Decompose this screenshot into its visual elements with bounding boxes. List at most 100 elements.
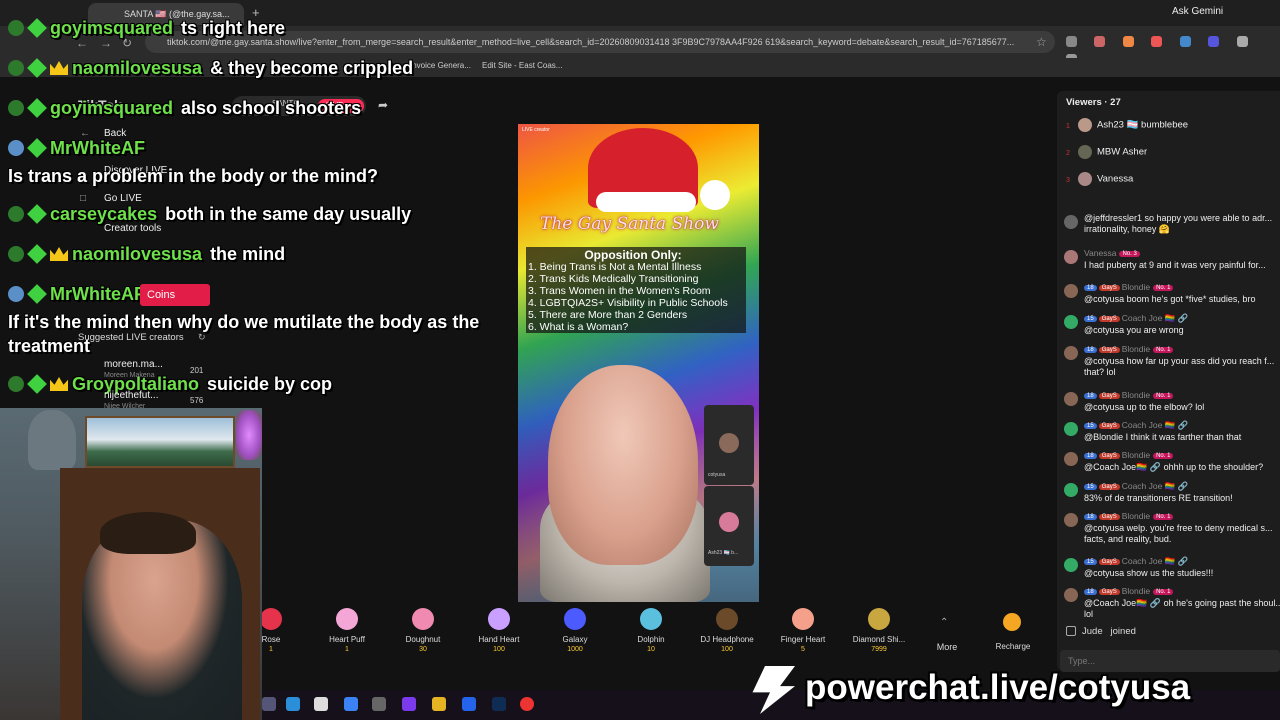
comment-user[interactable]: Blondie (1122, 344, 1150, 354)
extension-icon[interactable] (1094, 36, 1106, 47)
platform-icon (8, 246, 24, 262)
avatar[interactable] (1064, 346, 1078, 360)
gift-name: Hand Heart (478, 635, 520, 644)
comment-user[interactable]: Vanessa (1084, 248, 1116, 258)
platform-icon (8, 286, 24, 302)
comment-user[interactable]: Blondie (1122, 511, 1150, 521)
viewer-item[interactable]: 3 Vanessa (1066, 172, 1133, 186)
taskbar-app-icon[interactable] (402, 697, 416, 711)
avatar[interactable] (1064, 315, 1078, 329)
avatar[interactable] (1064, 392, 1078, 406)
taskbar-app-icon[interactable] (262, 697, 276, 711)
suggested-creator-count: 201 (190, 366, 204, 375)
overlay-chat-message: also school shooters (181, 98, 362, 118)
team-badge: GayS (1098, 453, 1120, 459)
gift-dj-headphone[interactable]: DJ Headphone 100 (692, 604, 762, 653)
extension-icons (1066, 34, 1276, 65)
chevron-up-icon[interactable]: ⌃ (940, 617, 948, 628)
viewer-rank: 1 (1066, 122, 1070, 130)
gift-doughnut[interactable]: Doughnut 30 (388, 604, 458, 653)
avatar[interactable] (1064, 250, 1078, 264)
viewer-item[interactable]: 1 Ash23 🏳️‍⚧️ bumblebee (1066, 118, 1188, 132)
gift-diamond[interactable]: Diamond Shi... 7999 (844, 604, 914, 653)
mail-icon[interactable] (344, 697, 358, 711)
overlay-chat-message: If it's the mind then why do we mutilate… (8, 312, 480, 332)
avatar[interactable] (1064, 513, 1078, 527)
gift-heart-puff[interactable]: Heart Puff 1 (312, 604, 382, 653)
overlay-chat-line: naomilovesusa & they become crippled (8, 58, 413, 79)
team-badge: GayS (1098, 514, 1120, 520)
comment-user[interactable]: Coach Joe 🏳️‍🌈 🔗 (1122, 481, 1189, 491)
comment-user[interactable]: Coach Joe 🏳️‍🌈 🔗 (1122, 313, 1189, 323)
comment-user[interactable]: Coach Joe 🏳️‍🌈 🔗 (1122, 556, 1189, 566)
overlay-chat-user: MrWhiteAF (50, 138, 145, 158)
coins-tag[interactable]: Coins (140, 284, 210, 306)
extension-icon[interactable] (1179, 36, 1191, 47)
suggested-creator-name[interactable]: moreen.ma... (104, 359, 163, 370)
edge-icon[interactable] (286, 697, 300, 711)
gift-finger-heart[interactable]: Finger Heart 5 (768, 604, 838, 653)
gift-dolphin[interactable]: Dolphin 10 (616, 604, 686, 653)
bookmark-star-icon[interactable]: ☆ (1036, 35, 1047, 49)
rank-badge: No. 1 (1153, 514, 1174, 520)
store-icon[interactable] (314, 697, 328, 711)
puzzle-icon[interactable] (1236, 36, 1248, 47)
photoshop-icon[interactable] (492, 697, 506, 711)
gift-price: 10 (647, 646, 655, 653)
avatar[interactable] (1064, 422, 1078, 436)
ask-gemini-button[interactable]: Ask Gemini (1172, 6, 1223, 17)
comment-user[interactable]: Blondie (1122, 450, 1150, 460)
team-badge: GayS (1098, 484, 1120, 490)
dolphin-icon (640, 608, 662, 630)
comment-text: @cotyusa welp. you're free to deny medic… (1084, 523, 1273, 533)
overlay-chat-message: the mind (210, 244, 286, 264)
comment-header: 15 GayS Coach Joe 🏳️‍🌈 🔗 (1084, 420, 1191, 431)
extension-icon[interactable] (1208, 36, 1220, 47)
platform-icon (8, 20, 24, 36)
doughnut-icon (412, 608, 434, 630)
avatar[interactable] (1064, 452, 1078, 466)
overlay-chat-user: carseycakes (50, 204, 158, 224)
settings-icon[interactable] (372, 697, 386, 711)
comment-user[interactable]: Blondie (1122, 390, 1150, 400)
gem-icon (27, 18, 47, 38)
comment-user[interactable]: Coach Joe 🏳️‍🌈 🔗 (1122, 420, 1189, 430)
extension-icon[interactable] (1151, 36, 1163, 47)
extension-icon[interactable] (1122, 36, 1134, 47)
comment-user[interactable]: Blondie (1122, 586, 1150, 596)
streamer-hair (100, 512, 196, 554)
heart-icon (336, 608, 358, 630)
gift-hand-heart[interactable]: Hand Heart 100 (464, 604, 534, 653)
overlay-chat-message: & they become crippled (210, 58, 414, 78)
suggested-creator-name[interactable]: nijeethefut... (104, 390, 158, 401)
viewer-name: Vanessa (1097, 173, 1134, 185)
avatar[interactable] (1064, 284, 1078, 298)
santa-hat-brim (596, 192, 696, 212)
shield-icon[interactable] (1066, 36, 1077, 47)
comment-text: @cotyusa up to the elbow? lol (1084, 402, 1205, 412)
taskbar-app-icon[interactable] (462, 697, 476, 711)
bookmark-edit-site[interactable]: Edit Site - East Coas... (482, 61, 562, 70)
refresh-icon[interactable]: ↻ (198, 332, 206, 343)
gift-price: 100 (721, 646, 733, 653)
topic-item: 6. What is a Woman? (528, 321, 629, 333)
level-badge: 18 (1084, 453, 1097, 459)
avatar[interactable] (1064, 215, 1078, 229)
avatar[interactable] (1064, 588, 1078, 602)
comment-user[interactable]: Blondie (1122, 282, 1150, 292)
avatar[interactable] (1064, 558, 1078, 572)
comment-text: I had puberty at 9 and it was very painf… (1084, 260, 1266, 270)
folder-icon[interactable] (432, 697, 446, 711)
overlay-chat-line: goyimsquared also school shooters (8, 98, 361, 119)
santa-hat-pompom (700, 180, 730, 210)
recharge-button[interactable]: Recharge (990, 642, 1036, 651)
chrome-icon[interactable] (520, 697, 534, 711)
viewer-item[interactable]: 2 MBW Asher (1066, 145, 1147, 159)
gift-galaxy[interactable]: Galaxy 1000 (540, 604, 610, 653)
comment-text: @Coach Joe🏳️‍🌈 🔗 ohhh up to the shoulder… (1084, 462, 1264, 472)
more-gifts-button[interactable]: More (930, 642, 964, 652)
gift-name: DJ Headphone (700, 635, 754, 644)
overlay-chat-message: Is trans a problem in the body or the mi… (8, 166, 379, 186)
avatar[interactable] (1064, 483, 1078, 497)
comment-text: facts, and reality, bud. (1084, 534, 1172, 544)
